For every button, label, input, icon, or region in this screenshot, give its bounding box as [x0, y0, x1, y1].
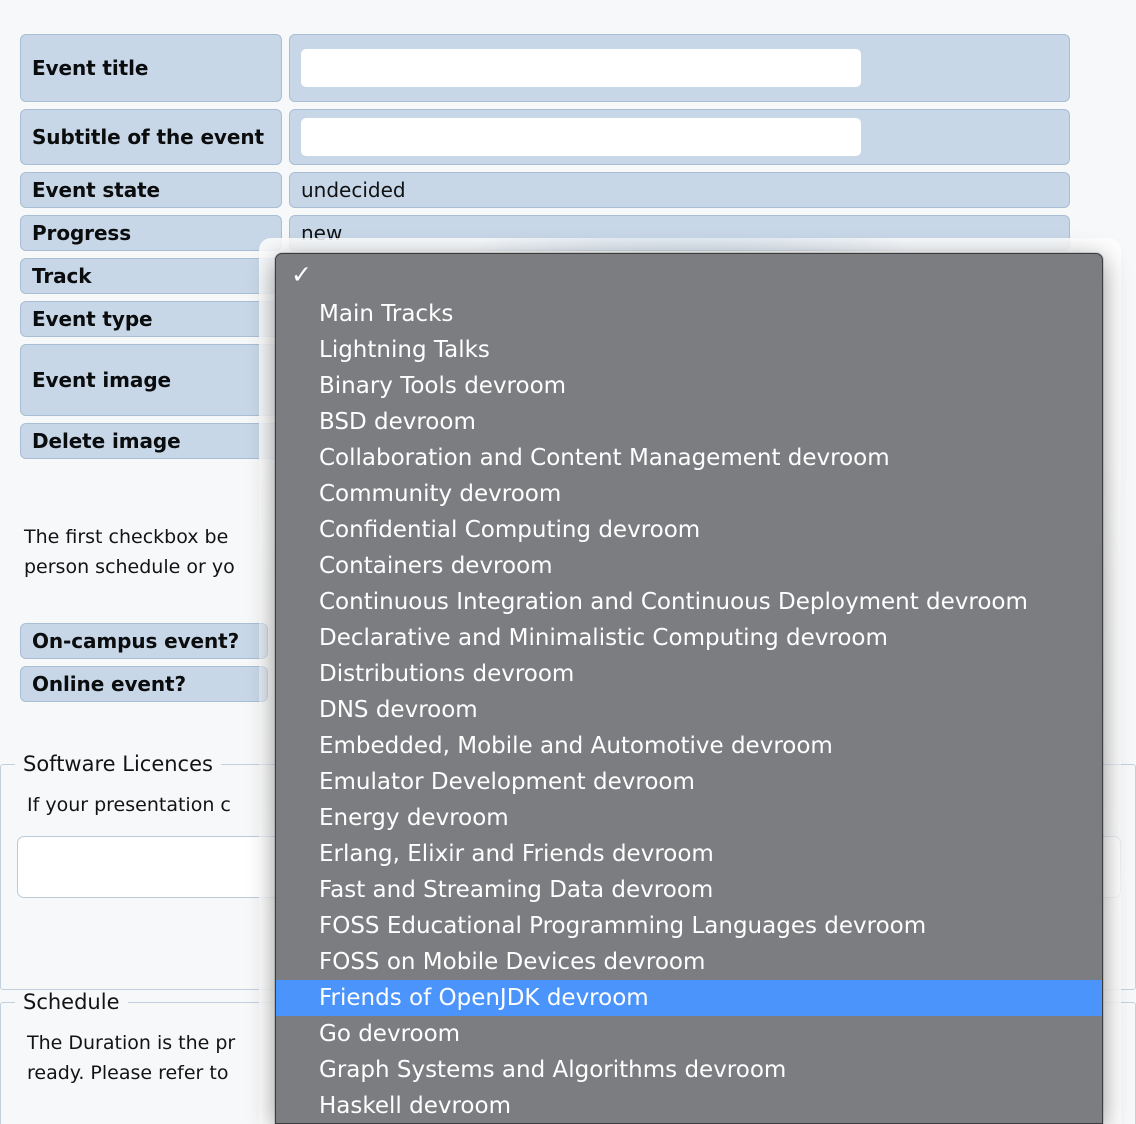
dropdown-option[interactable]: Community devroom — [276, 476, 1102, 512]
dropdown-option[interactable]: Containers devroom — [276, 548, 1102, 584]
field-label: Event state — [20, 172, 282, 208]
dropdown-option[interactable]: Graph Systems and Algorithms devroom — [276, 1052, 1102, 1088]
text-input[interactable] — [301, 118, 861, 156]
track-dropdown-popup[interactable]: ✓ Main Tracks Lightning Talks Binary Tools … — [275, 253, 1103, 1124]
checkbox-label: On-campus event? — [20, 623, 268, 659]
field-input-wrapper[interactable] — [289, 34, 1070, 102]
form-row: Event state undecided — [20, 172, 1070, 208]
dropdown-option[interactable]: Main Tracks — [276, 296, 1102, 332]
schedule-legend: Schedule — [23, 990, 120, 1014]
dropdown-option[interactable]: Declarative and Minimalistic Computing d… — [276, 620, 1102, 656]
field-label: Event image — [20, 344, 282, 416]
dropdown-option[interactable]: Collaboration and Content Management dev… — [276, 440, 1102, 476]
dropdown-option-blank[interactable]: ✓ — [276, 254, 1102, 296]
dropdown-option[interactable]: Go devroom — [276, 1016, 1102, 1052]
dropdown-option[interactable]: Haskell devroom — [276, 1088, 1102, 1123]
dropdown-option[interactable]: Energy devroom — [276, 800, 1102, 836]
field-input-wrapper[interactable] — [289, 109, 1070, 165]
checkbox-label: Online event? — [20, 666, 268, 702]
field-value[interactable]: new — [289, 215, 1070, 251]
dropdown-option[interactable]: Distributions devroom — [276, 656, 1102, 692]
field-label: Delete image — [20, 423, 282, 459]
screen: Event title Subtitle of the event Event st… — [0, 0, 1136, 1124]
field-label: Progress — [20, 215, 282, 251]
software-licences-legend: Software Licences — [23, 752, 213, 776]
text-input[interactable] — [301, 49, 861, 87]
form-row: Progress new — [20, 215, 1070, 251]
field-label: Event type — [20, 301, 282, 337]
dropdown-option[interactable]: FOSS Educational Programming Languages d… — [276, 908, 1102, 944]
field-label: Subtitle of the event — [20, 109, 282, 165]
dropdown-option[interactable]: Continuous Integration and Continuous De… — [276, 584, 1102, 620]
dropdown-option[interactable]: Emulator Development devroom — [276, 764, 1102, 800]
dropdown-option[interactable]: FOSS on Mobile Devices devroom — [276, 944, 1102, 980]
form-row: Event title — [20, 34, 1070, 102]
dropdown-option[interactable]: DNS devroom — [276, 692, 1102, 728]
dropdown-option[interactable]: Fast and Streaming Data devroom — [276, 872, 1102, 908]
dropdown-option[interactable]: Erlang, Elixir and Friends devroom — [276, 836, 1102, 872]
dropdown-option[interactable]: Embedded, Mobile and Automotive devroom — [276, 728, 1102, 764]
dropdown-option[interactable]: BSD devroom — [276, 404, 1102, 440]
dropdown-option[interactable]: Friends of OpenJDK devroom — [276, 980, 1102, 1016]
checkmark-icon: ✓ — [291, 260, 312, 289]
dropdown-option[interactable]: Confidential Computing devroom — [276, 512, 1102, 548]
field-label: Track — [20, 258, 282, 294]
form-row: Subtitle of the event — [20, 109, 1070, 165]
dropdown-option[interactable]: Lightning Talks — [276, 332, 1102, 368]
field-value[interactable]: undecided — [289, 172, 1070, 208]
dropdown-option[interactable]: Binary Tools devroom — [276, 368, 1102, 404]
field-label: Event title — [20, 34, 282, 102]
